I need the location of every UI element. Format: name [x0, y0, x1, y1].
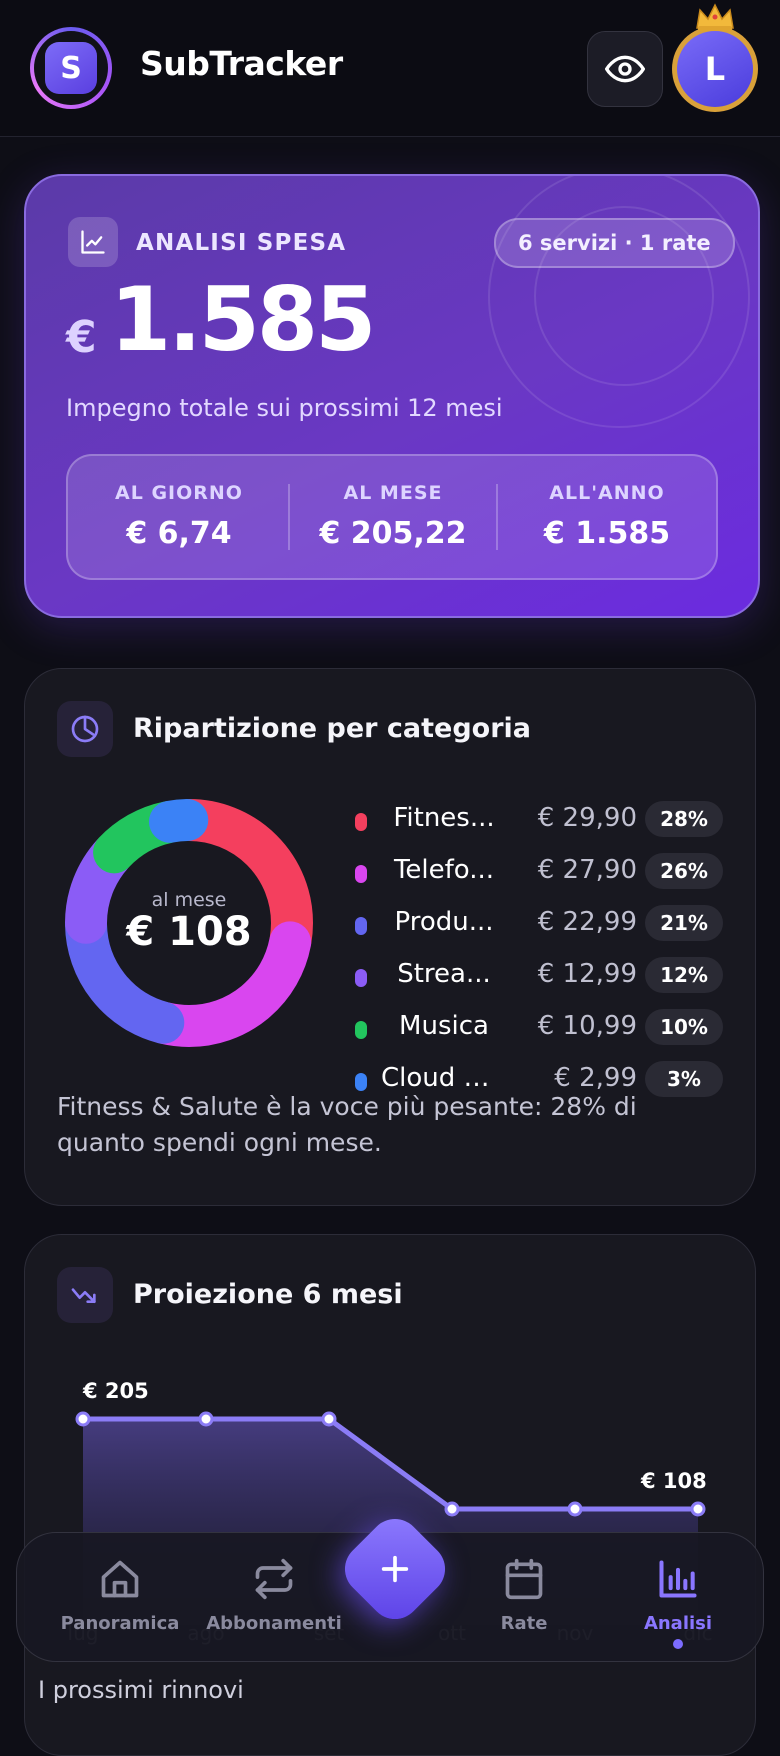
category-amount: € 10,99 — [537, 1011, 637, 1041]
repeat-icon — [255, 1558, 293, 1600]
projection-point — [75, 1411, 91, 1427]
nav-label: Rate — [500, 1613, 548, 1634]
category-card-title: Ripartizione per categoria — [133, 713, 531, 744]
stat-label: AL GIORNO — [115, 482, 243, 504]
app-title: SubTracker — [140, 44, 343, 83]
projection-point — [567, 1501, 583, 1517]
stat-value: € 1.585 — [543, 516, 671, 551]
category-row[interactable]: Fitnes... € 29,90 28% — [355, 799, 755, 839]
category-name: Telefo... — [393, 855, 495, 885]
projection-point — [690, 1501, 706, 1517]
nav-label: Panoramica — [60, 1613, 180, 1634]
hero-total-amount: 1.585 — [110, 268, 376, 371]
category-row[interactable]: Produ... € 22,99 21% — [355, 903, 755, 943]
toggle-visibility-button[interactable] — [587, 31, 663, 107]
eye-icon — [605, 55, 645, 83]
category-amount: € 29,90 — [537, 803, 637, 833]
spending-summary-card: ANALISI SPESA 6 servizi · 1 rate € 1.585… — [24, 174, 760, 618]
category-percent: 10% — [645, 1009, 723, 1045]
user-avatar[interactable]: L — [672, 26, 758, 112]
category-color-dot — [355, 813, 367, 831]
category-insight: Fitness & Salute è la voce più pesante: … — [57, 1092, 637, 1157]
nav-item-rate[interactable]: Rate — [449, 1533, 599, 1661]
hero-currency: € — [66, 312, 97, 363]
category-amount: € 12,99 — [537, 959, 637, 989]
category-color-dot — [355, 1021, 367, 1039]
category-percent: 28% — [645, 801, 723, 837]
projection-point — [198, 1411, 214, 1427]
next-renewals-heading: I prossimi rinnovi — [38, 1676, 244, 1704]
app-logo: S — [30, 27, 112, 109]
category-percent: 21% — [645, 905, 723, 941]
nav-label: Abbonamenti — [206, 1613, 342, 1634]
hero-label: ANALISI SPESA — [136, 230, 347, 256]
stat-yearly: ALL'ANNO € 1.585 — [498, 456, 716, 578]
category-percent: 12% — [645, 957, 723, 993]
category-row[interactable]: Telefo... € 27,90 26% — [355, 851, 755, 891]
projection-point — [444, 1501, 460, 1517]
stat-value: € 6,74 — [126, 516, 232, 551]
category-breakdown-card: Ripartizione per categoria al mese € 108… — [24, 668, 756, 1206]
category-name: Strea... — [397, 959, 491, 989]
projection-end-label: € 108 — [641, 1469, 707, 1493]
crown-icon — [696, 3, 734, 31]
stat-daily: AL GIORNO € 6,74 — [68, 456, 290, 578]
donut-center: al mese € 108 — [65, 799, 313, 1047]
stat-value: € 205,22 — [319, 516, 467, 551]
nav-item-panoramica[interactable]: Panoramica — [45, 1533, 195, 1661]
nav-label: Analisi — [643, 1613, 713, 1634]
nav-item-abbonamenti[interactable]: Abbonamenti — [199, 1533, 349, 1661]
home-icon — [101, 1560, 139, 1598]
services-count-badge: 6 servizi · 1 rate — [494, 218, 735, 268]
plus-icon — [352, 1526, 438, 1612]
bar-chart-icon — [659, 1560, 697, 1598]
user-avatar-initial: L — [677, 31, 753, 107]
active-tab-indicator — [673, 1639, 683, 1649]
category-amount: € 27,90 — [537, 855, 637, 885]
category-name: Produ... — [394, 907, 494, 937]
projection-start-label: € 205 — [83, 1379, 149, 1403]
stat-label: AL MESE — [343, 482, 443, 504]
hero-stats-box: AL GIORNO € 6,74 AL MESE € 205,22 ALL'AN… — [66, 454, 718, 580]
stat-label: ALL'ANNO — [549, 482, 665, 504]
category-color-dot — [355, 917, 367, 935]
donut-center-value: € 108 — [126, 909, 252, 955]
app-header: S SubTracker L — [0, 0, 780, 137]
app-logo-initial: S — [45, 42, 97, 94]
category-percent: 26% — [645, 853, 723, 889]
trend-chart-icon — [68, 217, 118, 267]
category-row[interactable]: Musica € 10,99 10% — [355, 1007, 755, 1047]
category-row[interactable]: Strea... € 12,99 12% — [355, 955, 755, 995]
projection-point — [321, 1411, 337, 1427]
category-color-dot — [355, 969, 367, 987]
category-name: Musica — [399, 1011, 489, 1041]
category-color-dot — [355, 865, 367, 883]
pie-chart-icon — [57, 701, 113, 757]
stat-monthly: AL MESE € 205,22 — [290, 456, 496, 578]
hero-subtitle: Impegno totale sui prossimi 12 mesi — [66, 394, 503, 422]
donut-center-label: al mese — [151, 889, 227, 911]
category-amount: € 22,99 — [537, 907, 637, 937]
calendar-icon — [505, 1558, 543, 1600]
category-name: Fitnes... — [393, 803, 495, 833]
